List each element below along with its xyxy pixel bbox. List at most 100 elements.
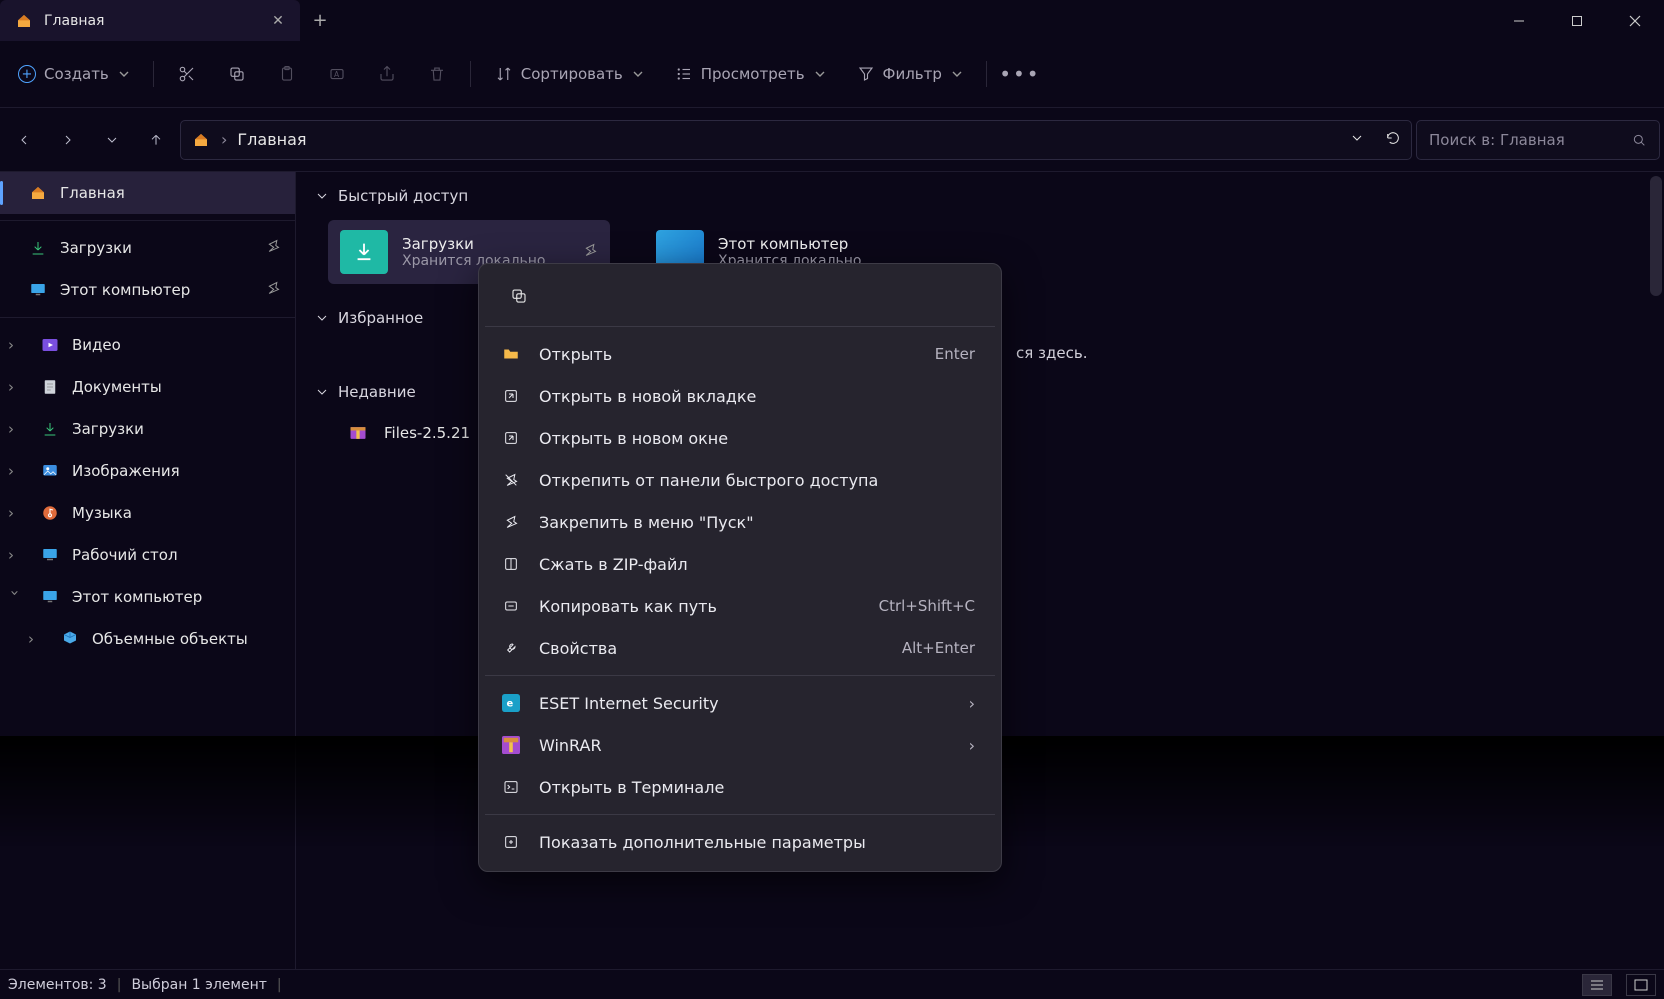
more-icon: •••: [999, 62, 1040, 86]
chevron-down-icon: [633, 69, 643, 79]
unpin-icon: [501, 470, 521, 490]
sidebar-item-label: Музыка: [72, 504, 132, 522]
ctx-open-new-window[interactable]: Открыть в новом окне: [479, 417, 1001, 459]
chevron-right-icon: ›: [8, 336, 22, 354]
sidebar-item-this-pc-pinned[interactable]: Этот компьютер: [0, 269, 295, 311]
chevron-right-icon: ›: [969, 694, 975, 713]
card-title: Этот компьютер: [718, 235, 862, 253]
zip-icon: [501, 554, 521, 574]
copy-icon: [510, 287, 528, 305]
sort-button[interactable]: Сортировать: [481, 54, 657, 94]
ctx-copy-path[interactable]: Копировать как путь Ctrl+Shift+C: [479, 585, 1001, 627]
sidebar-item-music[interactable]: › Музыка: [0, 492, 295, 534]
view-button[interactable]: Просмотреть: [661, 54, 839, 94]
sort-label: Сортировать: [521, 65, 623, 83]
pin-icon: [501, 512, 521, 532]
home-icon: [191, 130, 211, 150]
home-icon: [14, 11, 34, 31]
breadcrumb[interactable]: Главная: [237, 130, 306, 149]
music-icon: [40, 503, 60, 523]
favorites-empty-text: ся здесь.: [994, 344, 1654, 362]
create-button[interactable]: + Создать: [4, 54, 143, 94]
sidebar-item-documents[interactable]: › Документы: [0, 366, 295, 408]
more-options-icon: [501, 832, 521, 852]
sidebar-item-video[interactable]: › Видео: [0, 324, 295, 366]
new-tab-button[interactable]: +: [300, 0, 340, 41]
section-label: Недавние: [338, 383, 416, 401]
status-items: Элементов: 3: [8, 977, 107, 993]
sidebar-item-desktop[interactable]: › Рабочий стол: [0, 534, 295, 576]
ctx-eset[interactable]: e ESET Internet Security ›: [479, 682, 1001, 724]
chevron-down-icon: [815, 69, 825, 79]
section-quick-access[interactable]: Быстрый доступ: [306, 176, 1654, 216]
ctx-more-options[interactable]: Показать дополнительные параметры: [479, 821, 1001, 863]
history-dropdown[interactable]: [92, 120, 132, 160]
tab-home[interactable]: Главная ✕: [0, 0, 300, 41]
copy-icon: [228, 65, 246, 83]
ctx-pin-start[interactable]: Закрепить в меню "Пуск": [479, 501, 1001, 543]
sidebar-item-home[interactable]: Главная: [0, 172, 295, 214]
chevron-down-icon: [952, 69, 962, 79]
forward-button[interactable]: [48, 120, 88, 160]
ctx-copy-button[interactable]: [499, 278, 539, 314]
search-input[interactable]: Поиск в: Главная: [1416, 120, 1660, 160]
share-button[interactable]: [364, 54, 410, 94]
sidebar-item-pictures[interactable]: › Изображения: [0, 450, 295, 492]
sort-icon: [495, 65, 513, 83]
ctx-properties[interactable]: Свойства Alt+Enter: [479, 627, 1001, 669]
sidebar-item-downloads-pinned[interactable]: Загрузки: [0, 227, 295, 269]
refresh-button[interactable]: [1385, 130, 1401, 150]
clipboard-icon: [278, 65, 296, 83]
sidebar-item-3d-objects[interactable]: › Объемные объекты: [0, 618, 295, 660]
video-icon: [40, 335, 60, 355]
sidebar-item-label: Объемные объекты: [92, 630, 248, 648]
up-button[interactable]: [136, 120, 176, 160]
filter-button[interactable]: Фильтр: [843, 54, 976, 94]
chevron-right-icon: ›: [969, 736, 975, 755]
open-tab-icon: [501, 386, 521, 406]
sidebar-item-label: Видео: [72, 336, 121, 354]
chevron-right-icon: ›: [8, 420, 22, 438]
chevron-right-icon: ›: [8, 462, 22, 480]
ctx-compress-zip[interactable]: Сжать в ZIP-файл: [479, 543, 1001, 585]
copy-path-icon: [501, 596, 521, 616]
ctx-open[interactable]: Открыть Enter: [479, 333, 1001, 375]
paste-button[interactable]: [264, 54, 310, 94]
plus-circle-icon: +: [18, 65, 36, 83]
rename-button[interactable]: A: [314, 54, 360, 94]
ctx-unpin-quick-access[interactable]: Открепить от панели быстрого доступа: [479, 459, 1001, 501]
minimize-button[interactable]: [1490, 0, 1548, 41]
terminal-icon: [501, 777, 521, 797]
download-icon: [40, 419, 60, 439]
folder-open-icon: [501, 344, 521, 364]
view-details-button[interactable]: [1582, 974, 1612, 996]
copy-button[interactable]: [214, 54, 260, 94]
view-thumbnails-button[interactable]: [1626, 974, 1656, 996]
view-label: Просмотреть: [701, 65, 805, 83]
ctx-winrar[interactable]: WinRAR ›: [479, 724, 1001, 766]
close-button[interactable]: [1606, 0, 1664, 41]
monitor-icon: [40, 587, 60, 607]
more-button[interactable]: •••: [997, 54, 1043, 94]
ctx-open-terminal[interactable]: Открыть в Терминале: [479, 766, 1001, 808]
chevron-right-icon: ›: [8, 504, 22, 522]
cut-button[interactable]: [164, 54, 210, 94]
back-button[interactable]: [4, 120, 44, 160]
sidebar-item-label: Документы: [72, 378, 162, 396]
breadcrumb-dropdown[interactable]: [1349, 130, 1365, 150]
status-selected: Выбран 1 элемент: [131, 977, 266, 993]
scrollbar[interactable]: [1650, 176, 1662, 296]
sidebar-item-downloads[interactable]: › Загрузки: [0, 408, 295, 450]
open-window-icon: [501, 428, 521, 448]
address-bar[interactable]: › Главная: [180, 120, 1412, 160]
maximize-button[interactable]: [1548, 0, 1606, 41]
ctx-open-new-tab[interactable]: Открыть в новой вкладке: [479, 375, 1001, 417]
sidebar-item-this-pc[interactable]: › Этот компьютер: [0, 576, 295, 618]
chevron-right-icon: ›: [8, 546, 22, 564]
delete-button[interactable]: [414, 54, 460, 94]
archive-icon: [348, 423, 368, 443]
filter-icon: [857, 65, 875, 83]
sidebar: Главная Загрузки Этот компьютер › Видео …: [0, 172, 296, 969]
chevron-right-icon: ›: [28, 630, 42, 648]
tab-close-icon[interactable]: ✕: [270, 13, 286, 29]
